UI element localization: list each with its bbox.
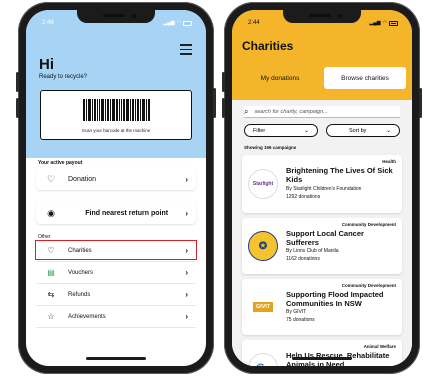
refund-icon: ⇆: [47, 290, 55, 299]
power-button: [419, 88, 422, 118]
search-input[interactable]: ⌕ search for charity, campaign...: [244, 106, 400, 118]
campaign-card[interactable]: Community Development ✪ Support Local Ca…: [242, 218, 402, 274]
other-item-refunds[interactable]: ⇆ Refunds ›: [36, 284, 196, 306]
campaign-title: Supporting Flood Impacted Communities In…: [286, 290, 384, 308]
find-return-point-button[interactable]: ◉ Find nearest return point ›: [36, 202, 196, 224]
left-screen: 2:48 ▂▄▆ ◠ Hi Ready to recycle? Scan you…: [26, 10, 206, 366]
voucher-icon: ▤: [47, 268, 55, 277]
sort-dropdown[interactable]: Sort by ⌄: [326, 124, 400, 137]
find-return-point-label: Find nearest return point: [85, 209, 169, 217]
status-time: 2:48: [42, 20, 54, 26]
chevron-right-icon: ›: [185, 208, 188, 218]
hamburger-menu-icon[interactable]: [180, 44, 192, 58]
volume-down-button: [16, 98, 19, 118]
search-icon: ⌕: [244, 106, 249, 116]
chevron-right-icon: ›: [185, 290, 188, 299]
home-indicator: [86, 357, 146, 360]
volume-up-button: [16, 72, 19, 92]
heart-icon: ♡: [46, 173, 56, 184]
chevron-down-icon: ⌄: [385, 128, 391, 134]
chevron-right-icon: ›: [185, 268, 188, 277]
right-screen: 2:44 ▂▄▆ ◠ Charities My donations Browse…: [232, 10, 412, 366]
star-icon: ☆: [47, 312, 55, 321]
campaign-category: Health: [382, 159, 396, 164]
search-placeholder: search for charity, campaign...: [254, 108, 328, 115]
other-item-achievements[interactable]: ☆ Achievements ›: [36, 306, 196, 328]
signal-icon: ▂▄▆: [163, 20, 175, 26]
battery-icon: [183, 20, 192, 26]
payout-donation-item[interactable]: ♡ Donation ›: [36, 168, 196, 190]
volume-up-button: [222, 72, 225, 92]
power-button: [213, 88, 216, 118]
campaign-logo: GIVIT: [248, 292, 278, 322]
campaign-donations: 75 donations: [286, 317, 315, 323]
campaign-card[interactable]: Animal Welfare 🐾 Help Us Rescue, Rehabil…: [242, 340, 402, 366]
tab-my-donations[interactable]: My donations: [242, 67, 318, 89]
status-icons: ▂▄▆ ◠: [163, 20, 192, 26]
animal-logo-icon: 🐾: [248, 353, 278, 366]
left-phone: 2:48 ▂▄▆ ◠ Hi Ready to recycle? Scan you…: [16, 2, 216, 374]
campaign-organizer: By Lions Club of Manila: [286, 248, 339, 254]
chevron-right-icon: ›: [185, 312, 188, 321]
right-phone: 2:44 ▂▄▆ ◠ Charities My donations Browse…: [222, 2, 422, 374]
campaign-donations: 1292 donations: [286, 194, 321, 200]
campaign-card[interactable]: Health Starlight Brightening The Lives O…: [242, 155, 402, 213]
volume-down-button: [222, 98, 225, 118]
campaign-organizer: By Starlight Children's Foundation: [286, 186, 362, 192]
stage: 2:48 ▂▄▆ ◠ Hi Ready to recycle? Scan you…: [0, 0, 438, 378]
home-indicator: [292, 357, 352, 360]
campaign-category: Community Development: [341, 222, 396, 227]
greeting-subtitle: Ready to recycle?: [39, 74, 88, 80]
status-time: 2:44: [248, 20, 260, 26]
logo-text: GIVIT: [252, 302, 274, 312]
barcode-caption: Scan your barcode at the machine: [81, 128, 151, 133]
chevron-right-icon: ›: [185, 174, 188, 184]
filter-label: Filter: [253, 127, 266, 134]
campaign-organizer: By GIVIT: [286, 309, 307, 315]
greeting: Hi: [39, 56, 54, 73]
campaign-category: Community Development: [341, 283, 396, 288]
logo-text: Starlight: [252, 181, 274, 187]
active-payout-label: Your active payout: [38, 160, 83, 166]
campaign-title: Support Local Cancer Sufferers: [286, 229, 364, 247]
barcode-icon: [83, 99, 151, 121]
notch: [283, 10, 361, 23]
signal-icon: ▂▄▆: [369, 20, 381, 26]
notch: [77, 10, 155, 23]
other-item-label: Refunds: [68, 291, 91, 298]
tab-browse-charities[interactable]: Browse charities: [324, 67, 406, 89]
page-title: Charities: [242, 39, 294, 53]
campaign-logo: Starlight: [248, 169, 278, 199]
sort-label: Sort by: [349, 127, 367, 134]
wifi-icon: ◠: [382, 20, 387, 26]
other-item-label: Vouchers: [68, 269, 94, 276]
other-item-vouchers[interactable]: ▤ Vouchers ›: [36, 262, 196, 284]
campaign-title: Brightening The Lives Of Sick Kids: [286, 166, 393, 184]
filter-dropdown[interactable]: Filter ⌄: [244, 124, 318, 137]
status-icons: ▂▄▆ ◠: [369, 20, 398, 26]
campaign-count: Showing 156 campaigns: [244, 145, 297, 150]
other-item-label: Achievements: [68, 313, 106, 320]
payout-donation-label: Donation: [68, 175, 97, 183]
barcode-card[interactable]: Scan your barcode at the machine: [40, 90, 192, 140]
lions-logo-icon: ✪: [248, 231, 278, 261]
chevron-down-icon: ⌄: [303, 128, 309, 134]
campaign-category: Animal Welfare: [363, 344, 396, 349]
battery-icon: [389, 20, 398, 26]
campaign-donations: 1162 donations: [286, 256, 320, 262]
wifi-icon: ◠: [176, 20, 181, 26]
location-pin-icon: ◉: [47, 207, 55, 218]
campaign-card[interactable]: Community Development GIVIT Supporting F…: [242, 279, 402, 335]
charities-highlight-box: [35, 240, 197, 260]
